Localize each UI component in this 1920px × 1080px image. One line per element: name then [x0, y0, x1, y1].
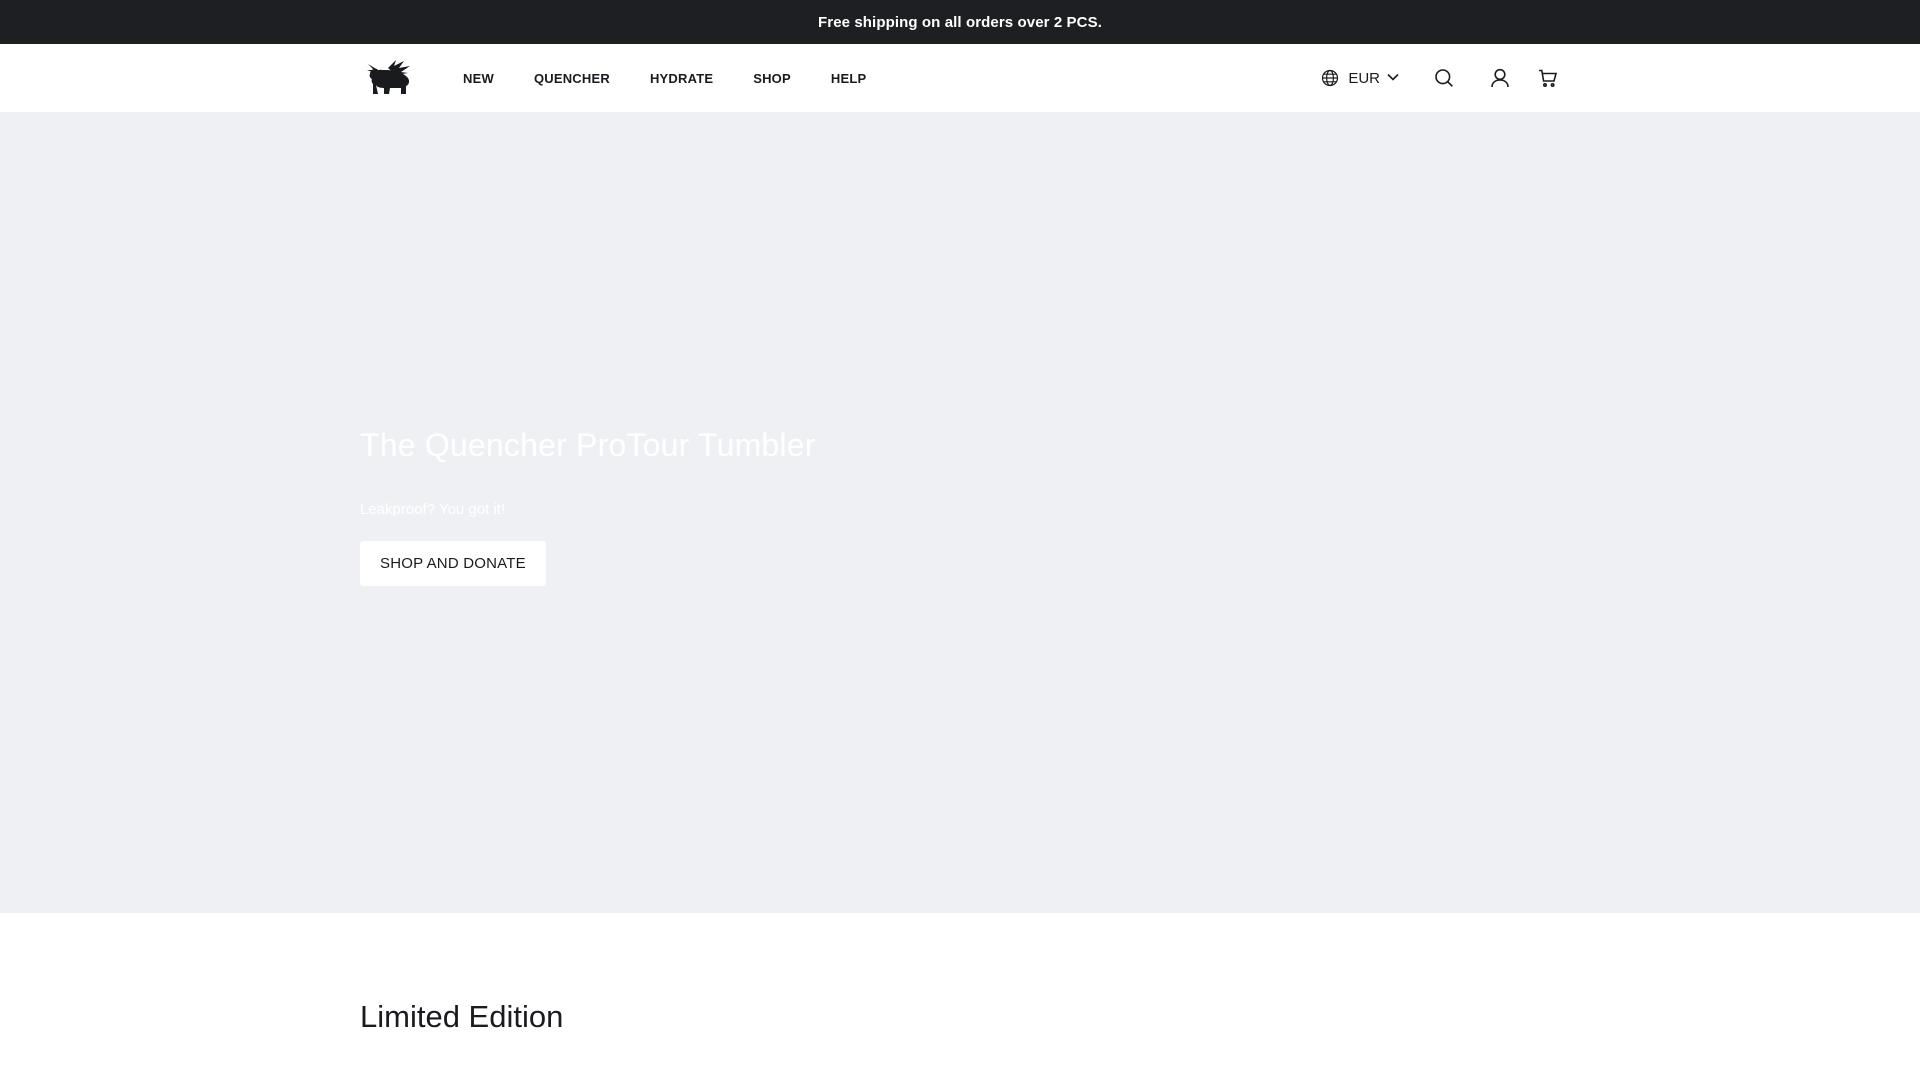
site-header: NEW QUENCHER HYDRATE SHOP HELP EUR [0, 44, 1920, 113]
limited-edition-section: Limited Edition [0, 913, 1920, 1080]
nav-item-help[interactable]: HELP [831, 71, 866, 86]
search-icon[interactable] [1432, 66, 1456, 90]
nav-item-hydrate[interactable]: HYDRATE [650, 71, 713, 86]
nav-item-shop[interactable]: SHOP [753, 71, 791, 86]
header-actions: EUR [1318, 66, 1560, 90]
shop-and-donate-button[interactable]: SHOP AND DONATE [360, 541, 546, 587]
header-inner: NEW QUENCHER HYDRATE SHOP HELP EUR [360, 44, 1560, 112]
nav-item-new[interactable]: NEW [463, 71, 494, 86]
winged-bear-logo-icon[interactable] [365, 57, 413, 99]
user-icon[interactable] [1488, 66, 1512, 90]
hero-content: The Quencher ProTour Tumbler Leakproof? … [360, 426, 816, 587]
section-title: Limited Edition [360, 999, 564, 1034]
main-nav: NEW QUENCHER HYDRATE SHOP HELP [463, 71, 866, 86]
chevron-down-icon [1386, 69, 1400, 87]
hero-banner: The Quencher ProTour Tumbler Leakproof? … [0, 113, 1920, 913]
currency-label: EUR [1348, 69, 1380, 87]
globe-icon [1318, 66, 1342, 90]
hero-subtitle: Leakproof? You got it! [360, 501, 506, 519]
cart-icon[interactable] [1536, 66, 1560, 90]
nav-item-quencher[interactable]: QUENCHER [534, 71, 610, 86]
announcement-bar: Free shipping on all orders over 2 PCS. [0, 0, 1920, 44]
announcement-text: Free shipping on all orders over 2 PCS. [818, 13, 1102, 31]
currency-selector[interactable]: EUR [1318, 66, 1400, 90]
hero-title: The Quencher ProTour Tumbler [360, 427, 816, 463]
